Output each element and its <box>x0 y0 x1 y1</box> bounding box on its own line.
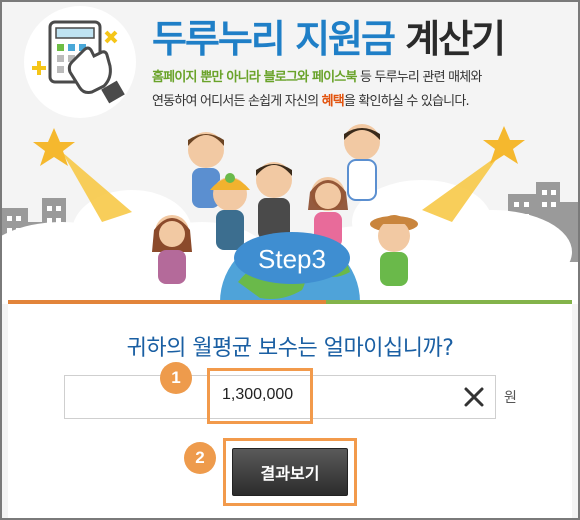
page-title: 두루누리 지원금 계산기 <box>152 8 506 63</box>
step-label: Step3 <box>258 244 326 274</box>
description-text-2b: 을 확인하실 수 있습니다. <box>343 94 470 109</box>
calculator-pointer-icon <box>32 20 125 104</box>
input-highlight-frame <box>207 368 313 424</box>
view-result-button[interactable]: 결과보기 <box>232 448 348 496</box>
step-badge-2: 2 <box>184 442 216 474</box>
character <box>152 215 192 284</box>
title-primary: 두루누리 지원금 <box>152 17 396 61</box>
description-text-1: 등 두루누리 관련 매체와 <box>356 70 482 85</box>
step-indicator: Step3 <box>234 232 350 284</box>
calculator-logo <box>24 6 136 118</box>
character <box>210 173 250 250</box>
description: 홈페이지 뿐만 아니라 블로그와 페이스북 등 두루누리 관련 매체와 연동하여… <box>152 66 482 114</box>
currency-unit: 원 <box>504 390 517 406</box>
description-line-2: 연동하여 어디서든 손쉽게 자신의 혜택을 확인하실 수 있습니다. <box>152 90 482 114</box>
characters-illustration: Step3 <box>2 124 578 304</box>
character <box>256 162 292 240</box>
description-highlight-green: 홈페이지 뿐만 아니라 블로그와 페이스북 <box>152 70 357 85</box>
salary-question: 귀하의 월평균 보수는 얼마이십니까? <box>126 336 454 361</box>
character <box>344 124 380 201</box>
description-text-2a: 연동하여 어디서든 손쉽게 자신의 <box>152 94 322 109</box>
clear-button[interactable] <box>460 383 488 411</box>
close-icon <box>464 387 484 407</box>
step-badge-1: 1 <box>160 362 192 394</box>
title-secondary: 계산기 <box>405 17 506 61</box>
app-frame: 두루누리 지원금 계산기 홈페이지 뿐만 아니라 블로그와 페이스북 등 두루누… <box>2 2 578 518</box>
description-highlight-orange: 혜택 <box>321 94 345 109</box>
description-line-1: 홈페이지 뿐만 아니라 블로그와 페이스북 등 두루누리 관련 매체와 <box>152 66 482 90</box>
